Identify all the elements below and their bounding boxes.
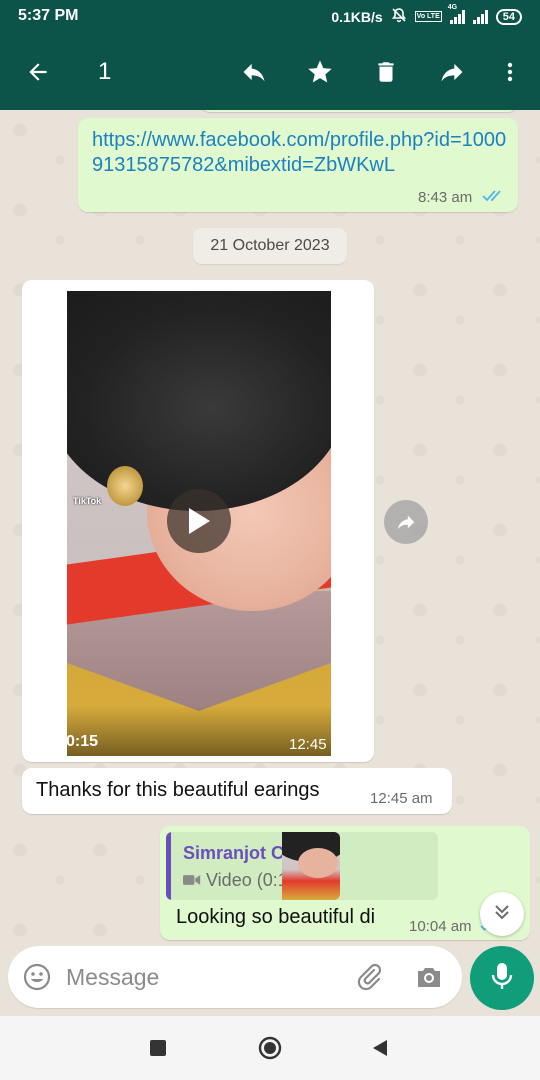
message-composer[interactable]: Message xyxy=(8,946,462,1008)
video-camera-icon xyxy=(38,732,60,751)
network-speed: 0.1KB/s xyxy=(331,8,383,25)
status-bar: 5:37 PM 0.1KB/s Vo LTE 4G 54 xyxy=(0,0,540,34)
previous-message-bubble[interactable] xyxy=(200,110,518,112)
message-time: 8:43 am xyxy=(418,189,473,206)
earring-image xyxy=(107,466,143,506)
emoji-icon[interactable] xyxy=(22,962,52,997)
camera-icon[interactable] xyxy=(414,962,444,997)
play-icon[interactable] xyxy=(167,489,231,553)
quoted-thumbnail xyxy=(282,832,340,900)
link-message-bubble[interactable]: https://www.facebook.com/profile.php?id=… xyxy=(78,118,518,212)
selected-count: 1 xyxy=(98,58,112,85)
network-type: 4G xyxy=(447,3,458,11)
volte-icon: Vo LTE xyxy=(414,11,442,22)
selection-app-bar: 1 xyxy=(0,34,540,110)
scroll-to-bottom-button[interactable] xyxy=(480,892,524,936)
signal-icon xyxy=(472,9,488,24)
signal-icon: 4G xyxy=(448,4,465,24)
video-thumbnail[interactable]: TikTok xyxy=(67,291,331,756)
star-icon[interactable] xyxy=(302,54,338,90)
home-circle-icon[interactable] xyxy=(256,1034,284,1062)
double-check-read-icon xyxy=(482,188,506,209)
back-triangle-icon[interactable] xyxy=(366,1034,394,1062)
text-message-bubble[interactable]: Thanks for this beautiful earings 12:45 … xyxy=(22,768,452,814)
double-chevron-down-icon xyxy=(492,902,512,927)
status-indicators: 0.1KB/s Vo LTE 4G 54 xyxy=(331,4,522,26)
mic-button[interactable] xyxy=(470,946,534,1010)
system-nav-bar xyxy=(0,1016,540,1080)
date-chip: 21 October 2023 xyxy=(193,228,347,264)
video-duration-row: 0:15 xyxy=(38,732,98,751)
message-text: Looking so beautiful di xyxy=(176,906,376,928)
recents-square-icon[interactable] xyxy=(144,1034,172,1062)
video-time: 12:45 am xyxy=(289,736,352,753)
tiktok-watermark: TikTok xyxy=(73,496,102,506)
message-text: Thanks for this beautiful earings xyxy=(36,779,320,801)
chat-area[interactable]: https://www.facebook.com/profile.php?id=… xyxy=(0,110,540,946)
forward-icon[interactable] xyxy=(434,54,470,90)
message-time: 10:04 am xyxy=(409,918,472,935)
video-message-bubble[interactable]: TikTok 0:15 12:45 am xyxy=(22,280,374,762)
video-duration: 0:15 xyxy=(66,732,99,750)
delete-icon[interactable] xyxy=(368,54,404,90)
message-time: 12:45 am xyxy=(370,790,433,807)
forward-icon[interactable] xyxy=(384,500,428,544)
more-vert-icon[interactable] xyxy=(492,54,528,90)
status-time: 5:37 PM xyxy=(18,7,79,24)
mute-bell-icon xyxy=(391,7,407,26)
attach-icon[interactable] xyxy=(354,962,384,997)
facebook-link[interactable]: https://www.facebook.com/profile.php?id=… xyxy=(92,128,512,178)
back-arrow-icon[interactable] xyxy=(20,54,56,90)
mic-icon xyxy=(489,961,515,996)
video-camera-icon xyxy=(183,870,201,891)
message-input[interactable]: Message xyxy=(66,964,159,991)
reply-icon[interactable] xyxy=(236,54,272,90)
battery-icon: 54 xyxy=(495,8,522,25)
